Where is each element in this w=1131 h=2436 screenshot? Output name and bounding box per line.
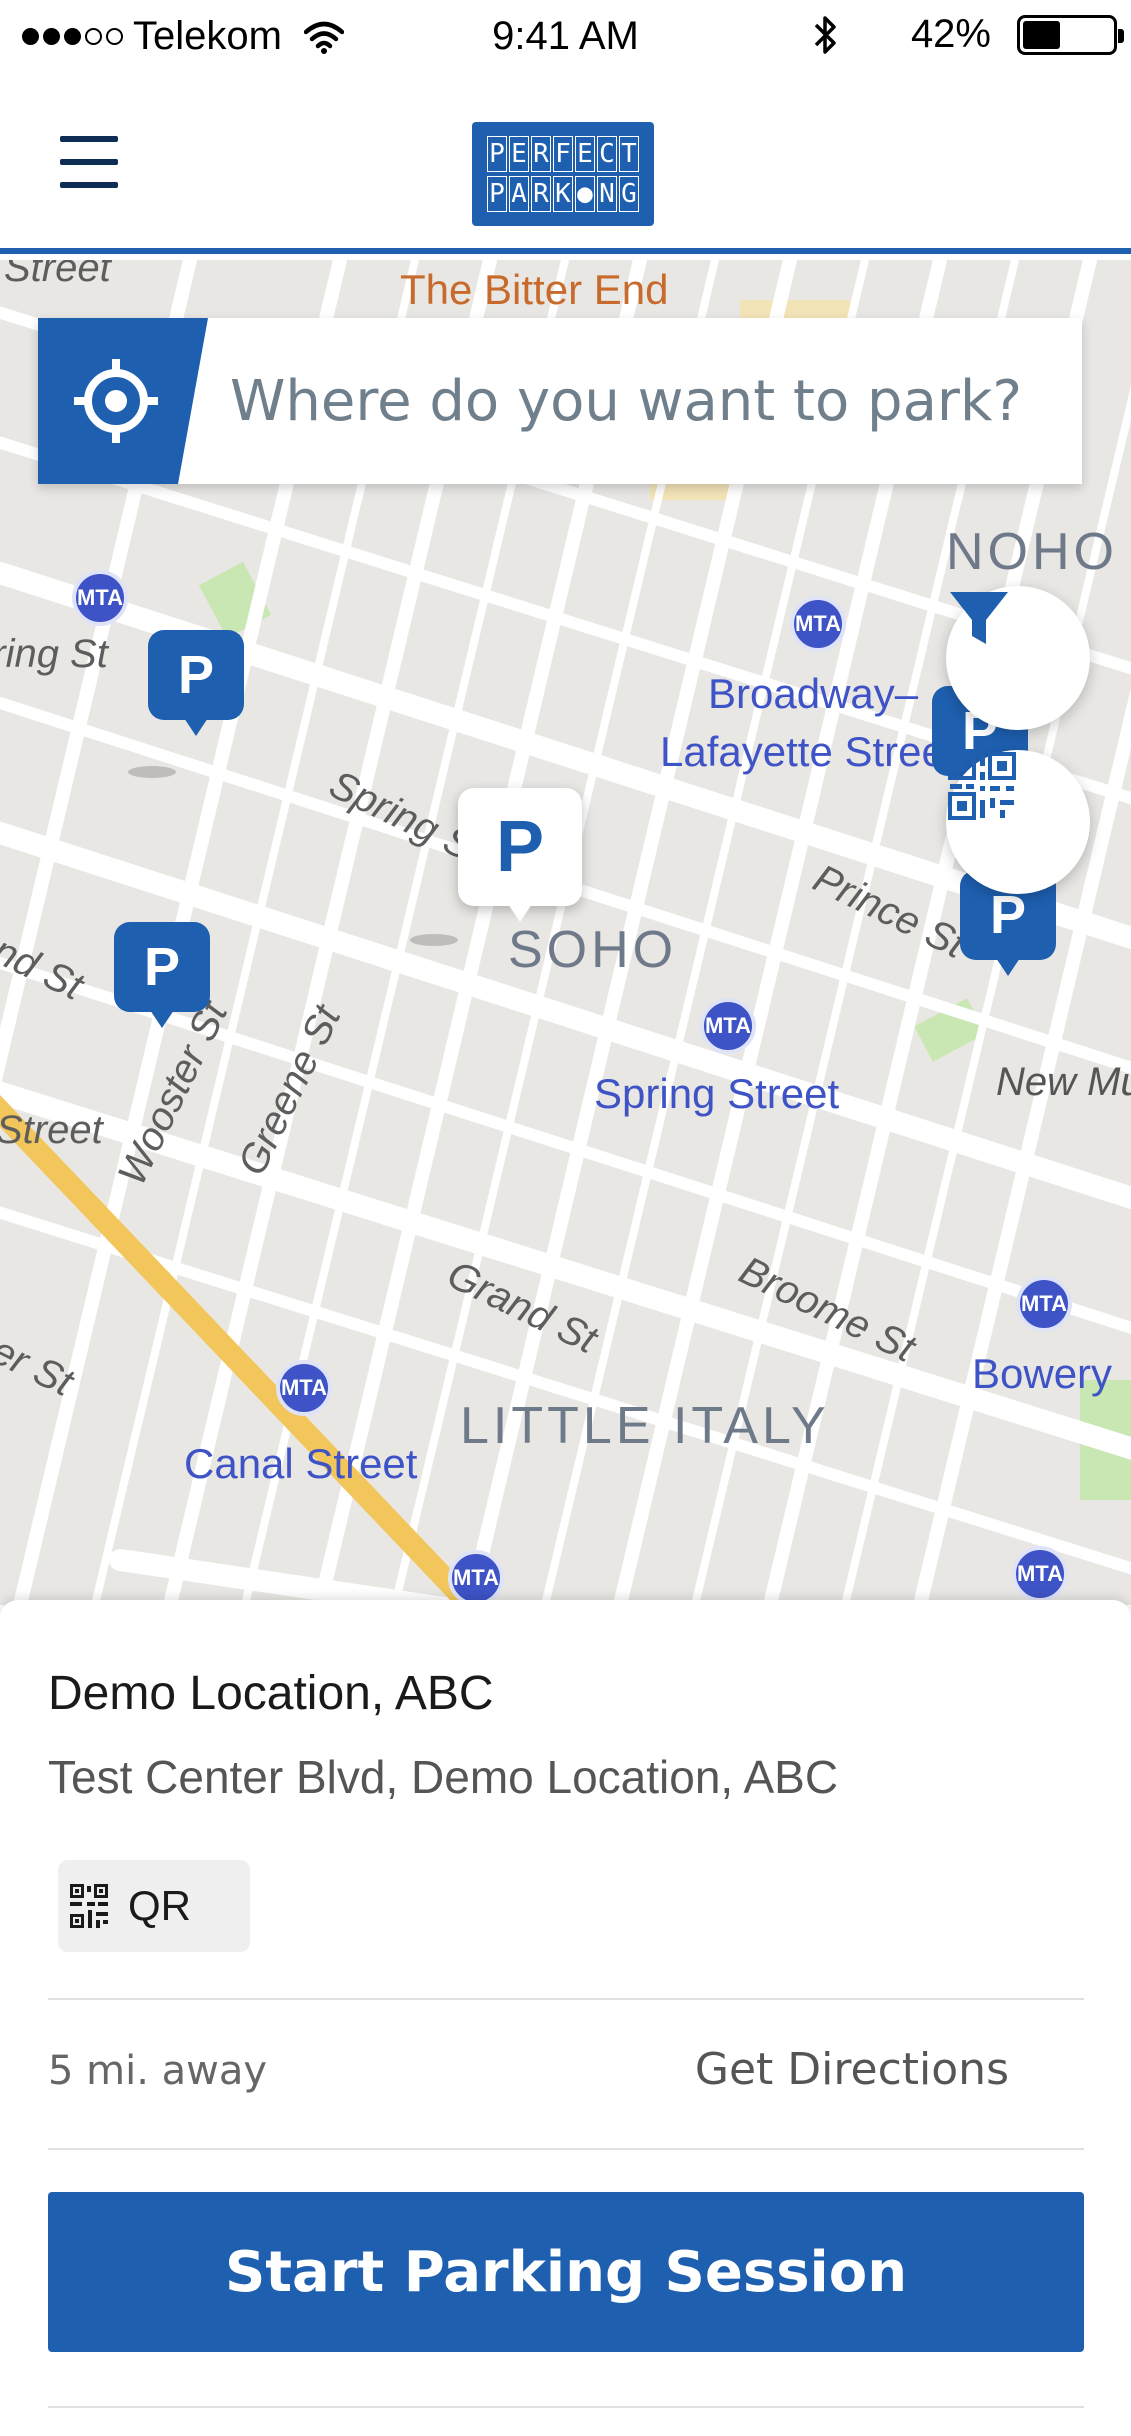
logo-letter: K [553, 176, 573, 212]
hamburger-menu-icon[interactable] [60, 136, 118, 188]
app-header: PERFECT P A R K ● N G [0, 78, 1131, 254]
search-box [38, 318, 1082, 484]
get-directions-link[interactable]: Get Directions [695, 2044, 1009, 2095]
logo-letter: R [531, 136, 551, 172]
metro-icon[interactable]: MTA [1012, 1546, 1068, 1602]
metro-icon[interactable]: MTA [448, 1550, 504, 1605]
logo-letter: N [597, 176, 617, 212]
logo-letter: ● [575, 176, 595, 212]
battery-percent: 42% [910, 12, 991, 56]
logo-letter: R [531, 176, 551, 212]
poi-label: The Bitter End [400, 266, 669, 313]
metro-icon[interactable]: MTA [72, 570, 128, 626]
divider [48, 2406, 1084, 2408]
street-label-street-west: Street [0, 1108, 103, 1152]
logo-letter: P [487, 136, 507, 172]
divider [48, 2148, 1084, 2150]
metro-icon[interactable]: MTA [1016, 1276, 1072, 1332]
logo-letter: A [509, 176, 529, 212]
status-bar: Telekom 9:41 AM 42% [0, 0, 1131, 78]
locate-me-button[interactable] [38, 318, 208, 484]
poi-label-new-museum: New Mu [996, 1060, 1131, 1104]
station-label-broadway: Broadway– [708, 670, 919, 717]
status-right: 42% [813, 12, 1124, 57]
qr-code-icon [70, 1884, 108, 1928]
logo-line-2: P A R K ● N G [482, 176, 644, 212]
logo-letter: G [619, 176, 639, 212]
logo-letter: F [553, 136, 573, 172]
metro-icon[interactable]: MTA [790, 596, 846, 652]
crosshair-icon [38, 318, 208, 484]
street-label: Street [4, 260, 111, 290]
district-label-soho: SOHO [508, 921, 678, 979]
location-name: Demo Location, ABC [48, 1667, 494, 1720]
perfect-parking-logo: PERFECT P A R K ● N G [472, 122, 654, 226]
parking-pin[interactable]: P [114, 922, 210, 1028]
distance-label: 5 mi. away [48, 2048, 268, 2094]
search-input[interactable] [218, 318, 1068, 484]
location-address: Test Center Blvd, Demo Location, ABC [48, 1751, 839, 1803]
qr-badge-label: QR [128, 1882, 191, 1929]
parking-pin-selected[interactable]: P [458, 788, 582, 922]
start-parking-session-button[interactable]: Start Parking Session [48, 2192, 1084, 2352]
logo-letter: P [487, 176, 507, 212]
station-label-lafayette: Lafayette Stree [660, 728, 945, 775]
logo-letter: C [597, 136, 617, 172]
filter-icon [950, 592, 1008, 644]
metro-icon[interactable]: MTA [276, 1360, 332, 1416]
station-label-bowery: Bowery [972, 1350, 1113, 1397]
metro-icon[interactable]: MTA [700, 998, 756, 1054]
bluetooth-icon [814, 15, 836, 54]
qr-code-icon [948, 752, 1016, 820]
logo-letter: E [509, 136, 529, 172]
divider [48, 1998, 1084, 2000]
district-label-little-italy: LITTLE ITALY [460, 1397, 830, 1455]
street-label-spring-west: pring St [0, 632, 108, 676]
logo-line-1: PERFECT [482, 136, 644, 172]
battery-icon [1017, 14, 1124, 55]
station-label-spring-street: Spring Street [594, 1070, 840, 1117]
parking-pin[interactable]: P [148, 630, 244, 736]
location-card: Demo Location, ABC Test Center Blvd, Dem… [0, 1600, 1131, 2436]
logo-letter: T [619, 136, 639, 172]
qr-badge: QR [58, 1860, 250, 1952]
logo-letter: E [575, 136, 595, 172]
filter-button[interactable] [946, 586, 1090, 730]
station-label-canal-street: Canal Street [184, 1440, 418, 1487]
qr-scan-button[interactable] [946, 750, 1090, 894]
district-label-noho: NOHO [946, 523, 1118, 581]
